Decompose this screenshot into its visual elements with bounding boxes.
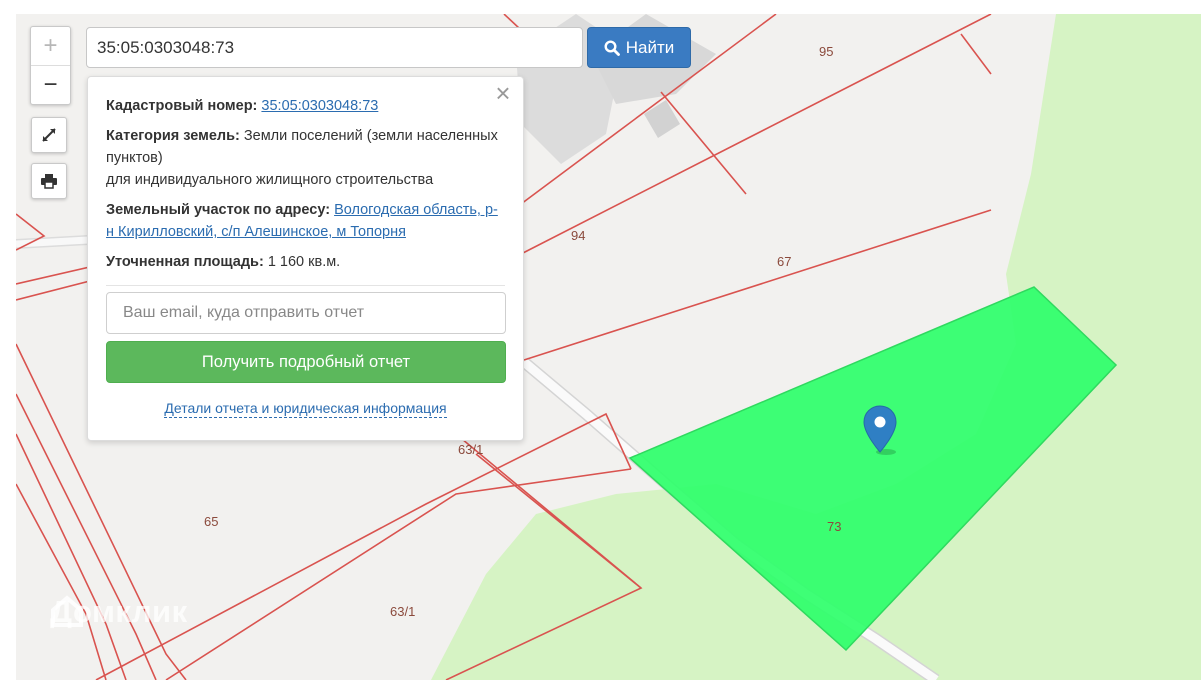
- plus-icon: +: [43, 32, 58, 59]
- plot-label: 63/1: [458, 442, 483, 457]
- plot-label: 65: [204, 514, 218, 529]
- domclick-logo-icon: [51, 595, 83, 627]
- category-row: Категория земель: Земли поселений (земли…: [106, 125, 505, 191]
- address-label: Земельный участок по адресу:: [106, 202, 331, 218]
- plot-label: 67: [777, 254, 791, 269]
- area-value: 1 160 кв.м.: [267, 254, 341, 270]
- details-wrap: Детали отчета и юридическая информация: [106, 383, 505, 420]
- address-row: Земельный участок по адресу: Вологодская…: [106, 199, 505, 243]
- search-button[interactable]: Найти: [587, 27, 691, 68]
- cadastral-label: Кадастровый номер:: [106, 98, 258, 114]
- plot-info-popup: × Кадастровый номер: 35:05:0303048:73 Ка…: [87, 76, 524, 441]
- plot-label: 63/1: [390, 604, 415, 619]
- close-icon[interactable]: ×: [492, 80, 514, 106]
- watermark: Домклик: [50, 594, 188, 630]
- print-button[interactable]: [31, 163, 67, 199]
- report-details-link[interactable]: Детали отчета и юридическая информация: [164, 399, 447, 418]
- cadastral-number-link[interactable]: 35:05:0303048:73: [261, 98, 378, 114]
- zoom-out-button[interactable]: −: [31, 66, 70, 104]
- zoom-control: + −: [30, 26, 71, 105]
- print-icon: [41, 174, 57, 189]
- search-icon: [604, 39, 620, 56]
- category-usage: для индивидуального жилищного строительс…: [106, 172, 434, 188]
- plot-label: 94: [571, 228, 585, 243]
- cadastral-search-input[interactable]: [86, 27, 583, 68]
- category-label: Категория земель:: [106, 128, 240, 144]
- plot-label: 95: [819, 44, 833, 59]
- area-row: Уточненная площадь: 1 160 кв.м.: [106, 251, 505, 273]
- plot-label: 73: [827, 519, 841, 534]
- zoom-in-button[interactable]: +: [31, 27, 70, 66]
- cadastral-row: Кадастровый номер: 35:05:0303048:73: [106, 95, 505, 117]
- search-button-label: Найти: [625, 37, 675, 57]
- fullscreen-icon: [42, 128, 56, 142]
- divider: [106, 285, 505, 286]
- fullscreen-button[interactable]: [31, 117, 67, 153]
- minus-icon: −: [43, 71, 58, 98]
- get-report-button[interactable]: Получить подробный отчет: [106, 341, 506, 383]
- email-input[interactable]: [106, 292, 506, 334]
- area-label: Уточненная площадь:: [106, 254, 264, 270]
